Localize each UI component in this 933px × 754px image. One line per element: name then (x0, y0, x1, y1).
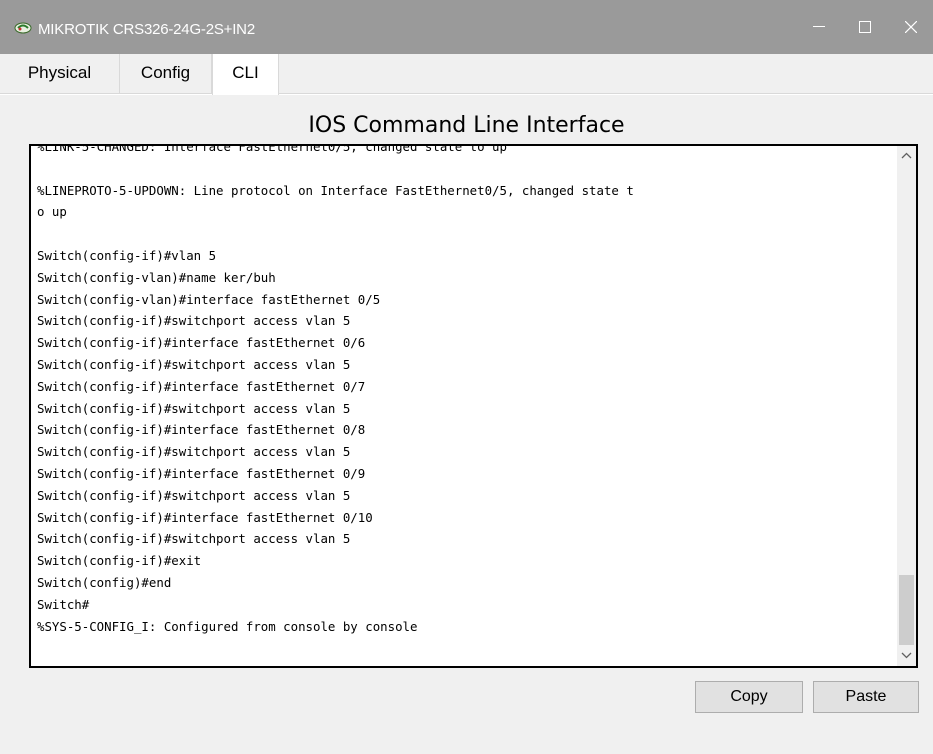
scroll-down-button[interactable] (897, 646, 916, 666)
terminal-line: Switch(config-if)#switchport access vlan… (37, 487, 351, 503)
chevron-down-icon (901, 652, 912, 659)
terminal-output[interactable]: %LINK-5-CHANGED: Interface FastEthernet0… (37, 144, 893, 637)
chevron-up-icon (901, 152, 912, 159)
terminal-line: Switch(config-vlan)#name ker/buh (37, 269, 276, 285)
close-icon (905, 21, 917, 33)
terminal-line: %LINK-5-CHANGED: Interface FastEthernet0… (37, 144, 507, 154)
close-button[interactable] (888, 0, 933, 54)
app-icon (14, 22, 32, 34)
terminal-line: Switch# (37, 596, 90, 612)
minimize-button[interactable] (796, 0, 842, 54)
terminal-line: Switch(config-if)#switchport access vlan… (37, 400, 351, 416)
scroll-up-button[interactable] (897, 146, 916, 166)
terminal-line: o up (37, 204, 67, 220)
tab-config[interactable]: Config (120, 54, 212, 94)
cli-heading: IOS Command Line Interface (308, 113, 625, 138)
terminal-line: Switch(config-vlan)#interface fastEthern… (37, 291, 381, 307)
terminal-line: Switch(config-if)#interface fastEthernet… (37, 465, 366, 481)
terminal-line: Switch(config-if)#exit (37, 553, 202, 569)
terminal-line: Switch(config-if)#interface fastEthernet… (37, 509, 373, 525)
window-title: MIKROTIK CRS326-24G-2S+IN2 (38, 21, 255, 38)
terminal-line: %SYS-5-CONFIG_I: Configured from console… (37, 618, 418, 634)
terminal-line: Switch(config-if)#interface fastEthernet… (37, 335, 366, 351)
terminal-line: %LINEPROTO-5-UPDOWN: Line protocol on In… (37, 182, 634, 198)
tab-bar: Physical Config CLI (0, 54, 933, 95)
maximize-icon (859, 21, 871, 33)
copy-button[interactable]: Copy (695, 681, 803, 713)
tab-cli[interactable]: CLI (212, 54, 279, 95)
minimize-icon (813, 26, 825, 27)
vertical-scrollbar[interactable] (897, 146, 916, 666)
terminal-line: Switch(config-if)#switchport access vlan… (37, 356, 351, 372)
terminal-line: Switch(config)#end (37, 574, 172, 590)
tab-physical[interactable]: Physical (0, 54, 120, 94)
terminal-line: Switch(config-if)#switchport access vlan… (37, 313, 351, 329)
scroll-thumb[interactable] (899, 575, 914, 645)
terminal-line: Switch(config-if)#switchport access vlan… (37, 531, 351, 547)
terminal-line: Switch(config-if)#switchport access vlan… (37, 444, 351, 460)
title-bar[interactable]: MIKROTIK CRS326-24G-2S+IN2 (0, 0, 933, 54)
cli-terminal[interactable]: %LINK-5-CHANGED: Interface FastEthernet0… (29, 144, 918, 668)
maximize-button[interactable] (842, 0, 888, 54)
paste-button[interactable]: Paste (813, 681, 919, 713)
cli-panel: IOS Command Line Interface %LINK-5-CHANG… (0, 95, 933, 754)
terminal-line: Switch(config-if)#interface fastEthernet… (37, 422, 366, 438)
terminal-line: Switch(config-if)#vlan 5 (37, 247, 217, 263)
terminal-line: Switch(config-if)#interface fastEthernet… (37, 378, 366, 394)
